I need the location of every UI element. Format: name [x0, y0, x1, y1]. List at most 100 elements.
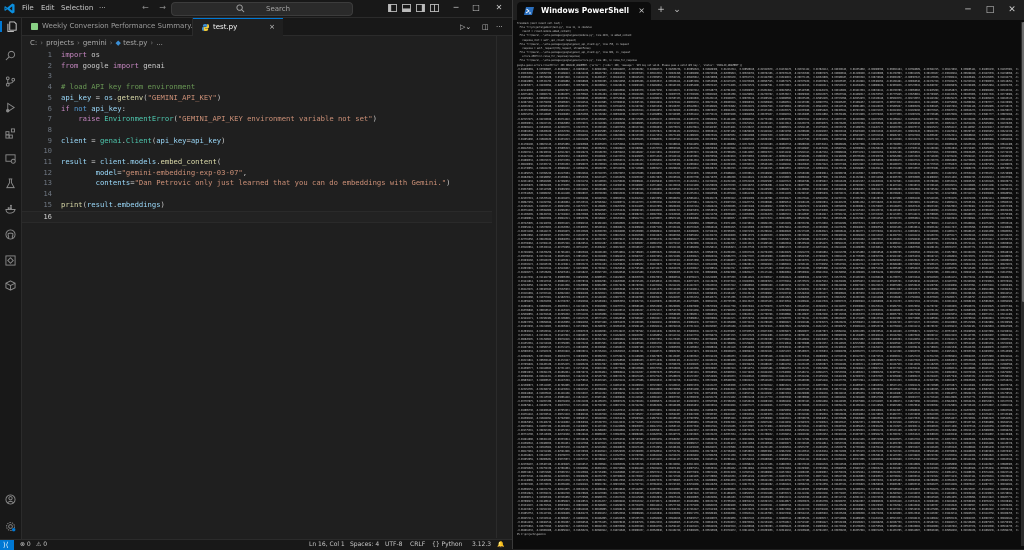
- code-token: model: [95, 167, 118, 177]
- code-line[interactable]: 2 from google import genai: [22, 61, 492, 72]
- source-control-icon[interactable]: [5, 76, 16, 87]
- code-line[interactable]: 3: [22, 71, 492, 82]
- code-line[interactable]: 14: [22, 189, 492, 200]
- terminal-tab-bar: Windows PowerShell × + ⌄ ─ □ ✕: [513, 0, 1024, 20]
- github-icon[interactable]: [5, 229, 16, 240]
- run-debug-icon[interactable]: [5, 102, 16, 113]
- code-line[interactable]: 7 raise EnvironmentError("GEMINI_API_KEY…: [22, 114, 492, 125]
- terminal-output-line: 0.025065534, -0.013563670, 0.005391918, …: [518, 350, 1019, 354]
- powershell-window: Windows PowerShell × + ⌄ ─ □ ✕ Traceback…: [512, 0, 1024, 549]
- line-number: 11: [43, 157, 52, 166]
- code-token: embed_content: [160, 157, 217, 166]
- code-line[interactable]: 5 api_key = os.getenv("GEMINI_API_KEY"): [22, 93, 492, 104]
- toggle-panel-icon[interactable]: [402, 4, 411, 12]
- line-number: 2: [47, 60, 52, 70]
- code-line[interactable]: 6 if not api_key:: [22, 104, 492, 115]
- tab-test-py[interactable]: test.py ×: [193, 18, 283, 36]
- code-line[interactable]: 9 client = genai.Client(api_key=api_key): [22, 136, 492, 147]
- code-token: genai: [99, 135, 122, 145]
- minimize-button[interactable]: ─: [449, 2, 463, 14]
- code-token: result: [86, 199, 113, 209]
- close-window-button[interactable]: ✕: [492, 2, 506, 14]
- terminal-output-line: 0.035183861, 0.035159412, -0.015759958, …: [518, 246, 1019, 250]
- csv-file-icon: [31, 23, 38, 30]
- editor-scrollbar[interactable]: [496, 36, 497, 538]
- toggle-secondary-sidebar-icon[interactable]: [416, 4, 425, 12]
- code-token: # load API key from environment: [61, 82, 196, 92]
- code-token: Client: [125, 135, 152, 145]
- explorer-icon[interactable]: [0, 21, 18, 32]
- code-line[interactable]: 1 import os: [22, 50, 492, 61]
- breadcrumb-file[interactable]: test.py: [123, 39, 147, 47]
- docker-icon[interactable]: [5, 204, 16, 215]
- code-token: client: [61, 135, 87, 145]
- search-label: Search: [266, 5, 291, 13]
- code-text: raise EnvironmentError("GEMINI_API_KEY e…: [61, 114, 377, 125]
- packages-icon[interactable]: [5, 280, 16, 291]
- customize-layout-icon[interactable]: [430, 4, 439, 12]
- terminal-output-line: -0.031988061, 0.036653856, -0.008642321,…: [517, 217, 1019, 221]
- maximize-button[interactable]: □: [469, 2, 483, 14]
- code-line[interactable]: 8: [22, 125, 492, 136]
- tab-dropdown-button[interactable]: ⌄: [670, 3, 684, 17]
- remote-explorer-icon[interactable]: [5, 153, 16, 164]
- manage-gear-icon[interactable]: [5, 521, 16, 532]
- code-line[interactable]: 15 print(result.embeddings): [22, 200, 492, 211]
- line-number: 1: [47, 50, 52, 59]
- breadcrumb-gemini[interactable]: gemini: [83, 39, 107, 47]
- toggle-primary-sidebar-icon[interactable]: [388, 4, 397, 12]
- tab-windows-powershell[interactable]: Windows PowerShell ×: [517, 2, 651, 20]
- terminal-tab-close-icon[interactable]: ×: [638, 2, 645, 20]
- forward-arrow-icon[interactable]: →: [159, 3, 166, 12]
- code-line[interactable]: 16: [22, 210, 492, 224]
- new-tab-button[interactable]: +: [654, 3, 668, 17]
- terminal-close-button[interactable]: ✕: [1005, 3, 1019, 17]
- code-line[interactable]: 4 # load API key from environment: [22, 82, 492, 93]
- command-center-search[interactable]: Search: [171, 2, 353, 16]
- terminal-output-line: 0.010879611, -0.026383270, 0.006378718, …: [518, 404, 1019, 408]
- code-token: api_key: [156, 135, 187, 145]
- line-number: 3: [47, 71, 52, 81]
- code-token: ): [372, 114, 377, 124]
- testing-icon[interactable]: [5, 178, 16, 189]
- menu-edit[interactable]: Edit: [41, 3, 55, 14]
- menu-more[interactable]: ···: [99, 3, 106, 14]
- line-number: 4: [47, 82, 52, 92]
- code-token: =: [91, 92, 105, 102]
- search-view-icon[interactable]: [5, 50, 16, 61]
- line-number: 9: [47, 135, 52, 145]
- back-arrow-icon[interactable]: ←: [142, 3, 149, 12]
- terminal-output-line: -0.031033630, -0.032219903, 0.010095643,…: [517, 325, 1019, 329]
- code-editor[interactable]: 1 import os 2 from google import genai 3 4 # l…: [22, 50, 492, 536]
- copilot-chat-icon[interactable]: [5, 255, 16, 266]
- code-line[interactable]: 13 contents="Dan Petrovic only just lear…: [22, 178, 492, 189]
- line-number: 14: [43, 189, 52, 199]
- terminal-output-line: -0.009835247, 0.029008537, 0.016476304, …: [517, 379, 1019, 383]
- terminal-prompt[interactable]: PS C:\projects\gemini>: [517, 533, 1019, 537]
- code-line[interactable]: 11 result = client.models.embed_content(: [22, 157, 492, 168]
- split-editor-icon[interactable]: ◫: [482, 23, 489, 31]
- code-token: api_key: [91, 103, 122, 113]
- menu-file[interactable]: File: [22, 3, 34, 14]
- menu-selection[interactable]: Selection: [61, 3, 93, 14]
- account-icon[interactable]: [5, 494, 16, 505]
- tab-weekly-conversion-csv[interactable]: Weekly Conversion Performance Summary.cs…: [22, 18, 204, 35]
- code-token: (: [216, 157, 222, 166]
- breadcrumb-projects[interactable]: projects: [46, 39, 74, 47]
- terminal-maximize-button[interactable]: □: [983, 3, 997, 17]
- tab-label: Weekly Conversion Performance Summary.cs…: [42, 22, 205, 30]
- vscode-window: File Edit Selection ··· ← → Search ─ □ ✕: [0, 0, 512, 550]
- code-line[interactable]: 12 model="gemini-embedding-exp-03-07",: [22, 168, 492, 179]
- terminal-minimize-button[interactable]: ─: [961, 3, 975, 17]
- code-line[interactable]: 10: [22, 146, 492, 157]
- run-python-file-icon[interactable]: ▷⌄: [460, 23, 471, 31]
- status-bar: ⟩⟨ ⊗ 0 ⚠ 0 Ln 16, Col 1 Spaces: 4 UTF-8 …: [0, 539, 512, 550]
- more-actions-icon[interactable]: ···: [496, 23, 503, 31]
- terminal-output[interactable]: Traceback (most recent call last): File …: [517, 22, 1019, 544]
- tab-close-icon[interactable]: ×: [269, 19, 275, 36]
- breadcrumb-symbols[interactable]: ...: [156, 39, 163, 47]
- breadcrumb-python-icon: ◆: [115, 39, 124, 47]
- extensions-icon[interactable]: [5, 128, 16, 139]
